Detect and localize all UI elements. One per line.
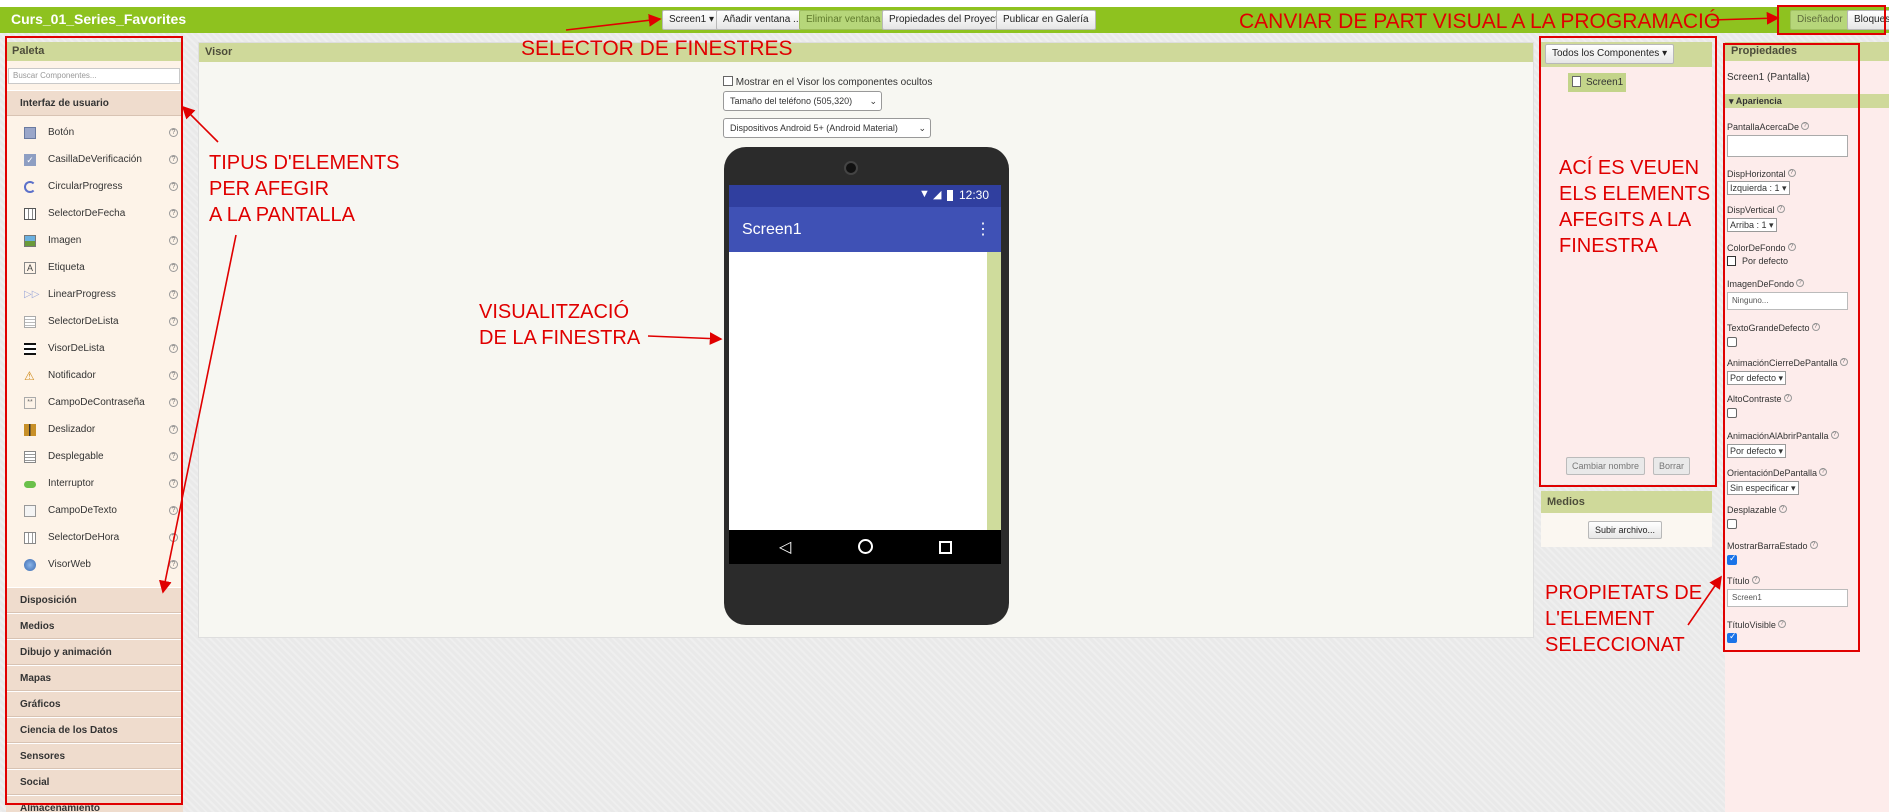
annotation-arrows <box>158 11 1780 626</box>
arrow-properties <box>1687 575 1722 626</box>
arrow-designer-blocks <box>1710 11 1780 25</box>
arrow-palette-top <box>181 105 219 143</box>
arrow-viewer <box>647 332 723 345</box>
arrow-screen-selector <box>565 13 662 31</box>
arrow-palette-down <box>158 234 237 594</box>
